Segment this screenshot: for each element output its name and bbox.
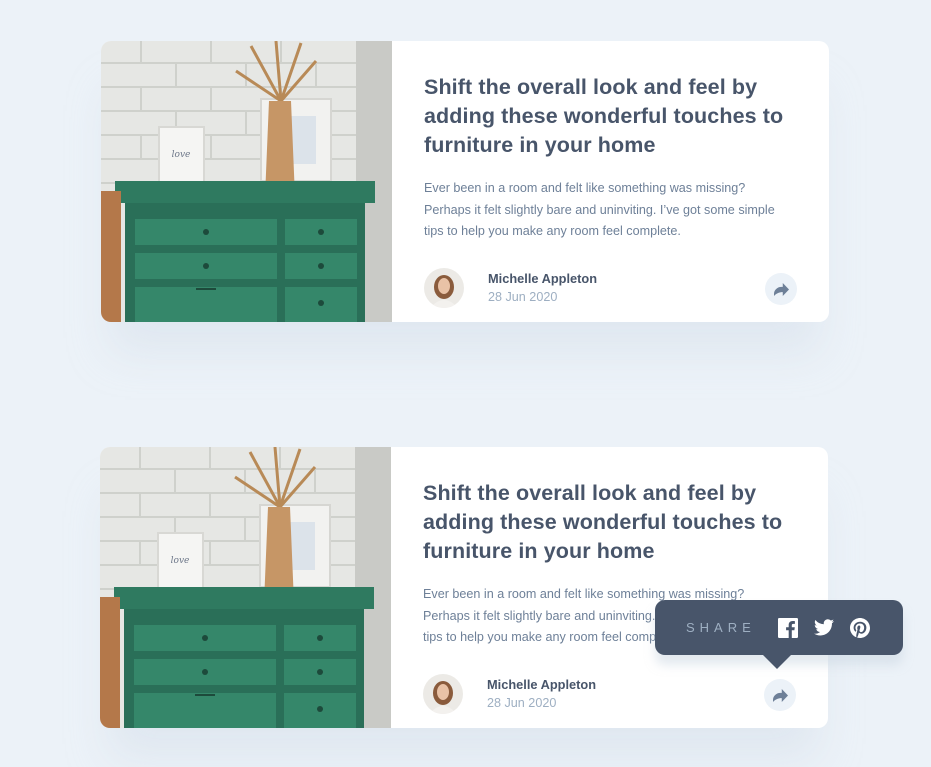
author-name: Michelle Appleton [487, 677, 597, 692]
author-date: 28 Jun 2020 [487, 696, 557, 710]
author-name: Michelle Appleton [488, 271, 598, 286]
share-icon [772, 688, 788, 702]
article-title: Shift the overall look and feel by addin… [423, 481, 783, 563]
author-block: Michelle Appleton 28 Jun 2020 [424, 268, 597, 308]
author-meta: Michelle Appleton 28 Jun 2020 [488, 270, 597, 306]
social-links [777, 617, 886, 638]
twitter-icon[interactable] [813, 618, 834, 638]
article-card: love Shift the overall look and feel by … [100, 447, 828, 728]
svg-text:love: love [171, 556, 190, 566]
article-card: love Shift the overall look and feel by … [101, 41, 829, 322]
avatar [424, 268, 464, 308]
share-button[interactable] [765, 273, 797, 305]
article-content: Shift the overall look and feel by addin… [424, 73, 796, 243]
article-description: Ever been in a room and felt like someth… [424, 181, 775, 238]
author-meta: Michelle Appleton 28 Jun 2020 [487, 676, 596, 712]
avatar [423, 674, 463, 714]
article-image: love [100, 447, 391, 728]
article-title: Shift the overall look and feel by addin… [424, 75, 784, 157]
article-image: love [101, 41, 392, 322]
pinterest-icon[interactable] [849, 617, 870, 638]
author-date: 28 Jun 2020 [488, 290, 558, 304]
share-button[interactable] [764, 679, 796, 711]
share-tooltip: SHARE [655, 600, 903, 669]
svg-text:love: love [172, 150, 191, 160]
share-icon [773, 282, 789, 296]
facebook-icon[interactable] [777, 617, 798, 638]
author-block: Michelle Appleton 28 Jun 2020 [423, 674, 596, 714]
share-label: SHARE [686, 620, 756, 635]
